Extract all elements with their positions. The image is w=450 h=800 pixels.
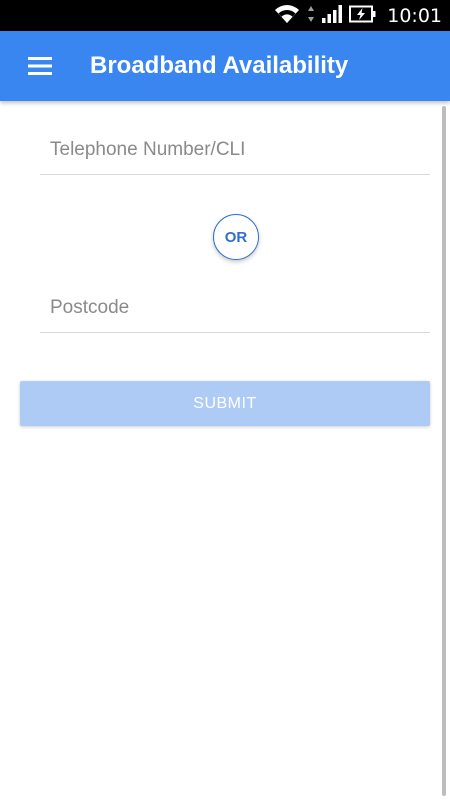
signal-icon: [321, 4, 343, 28]
submit-button[interactable]: SUBMIT: [20, 381, 430, 426]
telephone-input[interactable]: [40, 125, 430, 174]
battery-charging-icon: [349, 5, 377, 27]
postcode-input[interactable]: [40, 283, 430, 332]
status-bar: 10:01: [0, 0, 450, 31]
scrollbar[interactable]: [442, 106, 446, 796]
status-icons: 10:01: [273, 0, 442, 31]
telephone-field[interactable]: [40, 125, 430, 175]
or-separator-badge: OR: [213, 214, 259, 260]
hamburger-menu-icon[interactable]: [22, 53, 58, 79]
app-bar: Broadband Availability: [0, 31, 450, 101]
postcode-field[interactable]: [40, 283, 430, 333]
page-title: Broadband Availability: [90, 52, 349, 79]
status-time: 10:01: [387, 4, 442, 27]
data-arrows-icon: [307, 5, 315, 27]
wifi-icon: [273, 3, 301, 29]
